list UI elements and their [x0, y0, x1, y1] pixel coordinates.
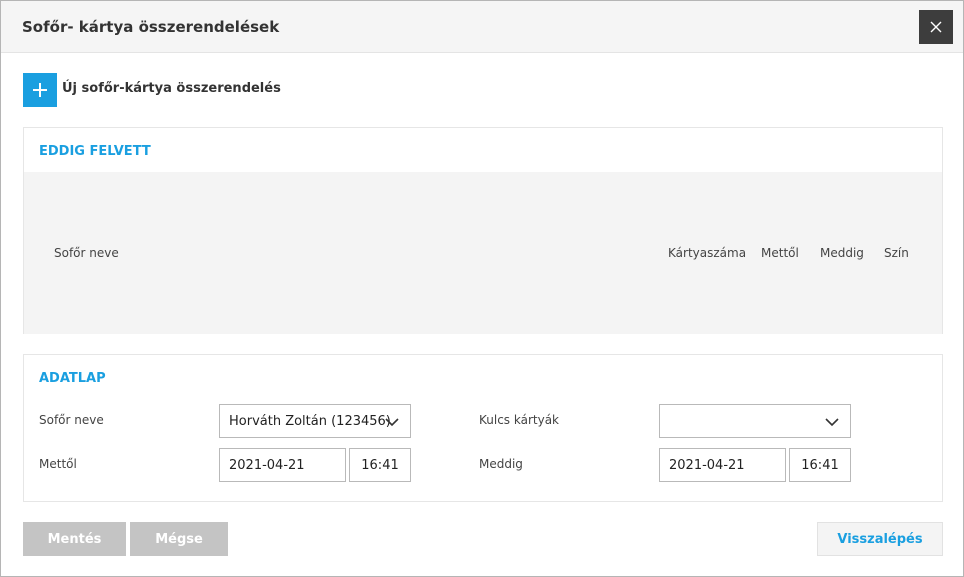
key-cards-label: Kulcs kártyák — [479, 413, 560, 427]
from-time-value: 16:41 — [361, 457, 399, 473]
cancel-button[interactable]: Mégse — [130, 522, 228, 556]
column-from[interactable]: Mettől — [761, 246, 799, 260]
back-button[interactable]: Visszalépés — [817, 522, 943, 556]
chevron-down-icon — [825, 418, 839, 427]
add-assignment-button[interactable] — [23, 73, 57, 107]
key-cards-select[interactable] — [659, 404, 851, 438]
recorded-list-panel: EDDIG FELVETT Sofőr neve Kártyaszáma Met… — [23, 127, 943, 334]
to-time-input[interactable]: 16:41 — [789, 448, 851, 482]
from-date-value: 2021-04-21 — [229, 457, 305, 473]
from-date-input[interactable]: 2021-04-21 — [219, 448, 346, 482]
data-sheet-panel: ADATLAP Sofőr neve Horváth Zoltán (12345… — [23, 354, 943, 502]
close-icon — [930, 21, 942, 33]
dialog-title: Sofőr- kártya összerendelések — [22, 18, 280, 36]
plus-icon — [33, 83, 47, 97]
data-sheet-title: ADATLAP — [39, 371, 106, 386]
add-assignment-label[interactable]: Új sofőr-kártya összerendelés — [62, 81, 281, 96]
driver-name-label: Sofőr neve — [39, 413, 104, 427]
to-date-input[interactable]: 2021-04-21 — [659, 448, 786, 482]
driver-select-value: Horváth Zoltán (123456) — [229, 413, 391, 429]
column-driver-name[interactable]: Sofőr neve — [54, 246, 119, 260]
to-label: Meddig — [479, 457, 523, 471]
from-label: Mettől — [39, 457, 77, 471]
save-button[interactable]: Mentés — [23, 522, 126, 556]
dialog-header: Sofőr- kártya összerendelések — [1, 1, 963, 53]
driver-select[interactable]: Horváth Zoltán (123456) — [219, 404, 411, 438]
close-button[interactable] — [919, 10, 953, 44]
recorded-list-title: EDDIG FELVETT — [39, 144, 151, 159]
column-to[interactable]: Meddig — [820, 246, 864, 260]
column-card-number[interactable]: Kártyaszáma — [668, 246, 746, 260]
to-date-value: 2021-04-21 — [669, 457, 745, 473]
column-color[interactable]: Szín — [884, 246, 909, 260]
chevron-down-icon — [385, 418, 399, 427]
from-time-input[interactable]: 16:41 — [349, 448, 411, 482]
to-time-value: 16:41 — [801, 457, 839, 473]
assignment-dialog: Sofőr- kártya összerendelések Új sofőr-k… — [0, 0, 964, 577]
table-header: Sofőr neve Kártyaszáma Mettől Meddig Szí… — [24, 172, 942, 334]
